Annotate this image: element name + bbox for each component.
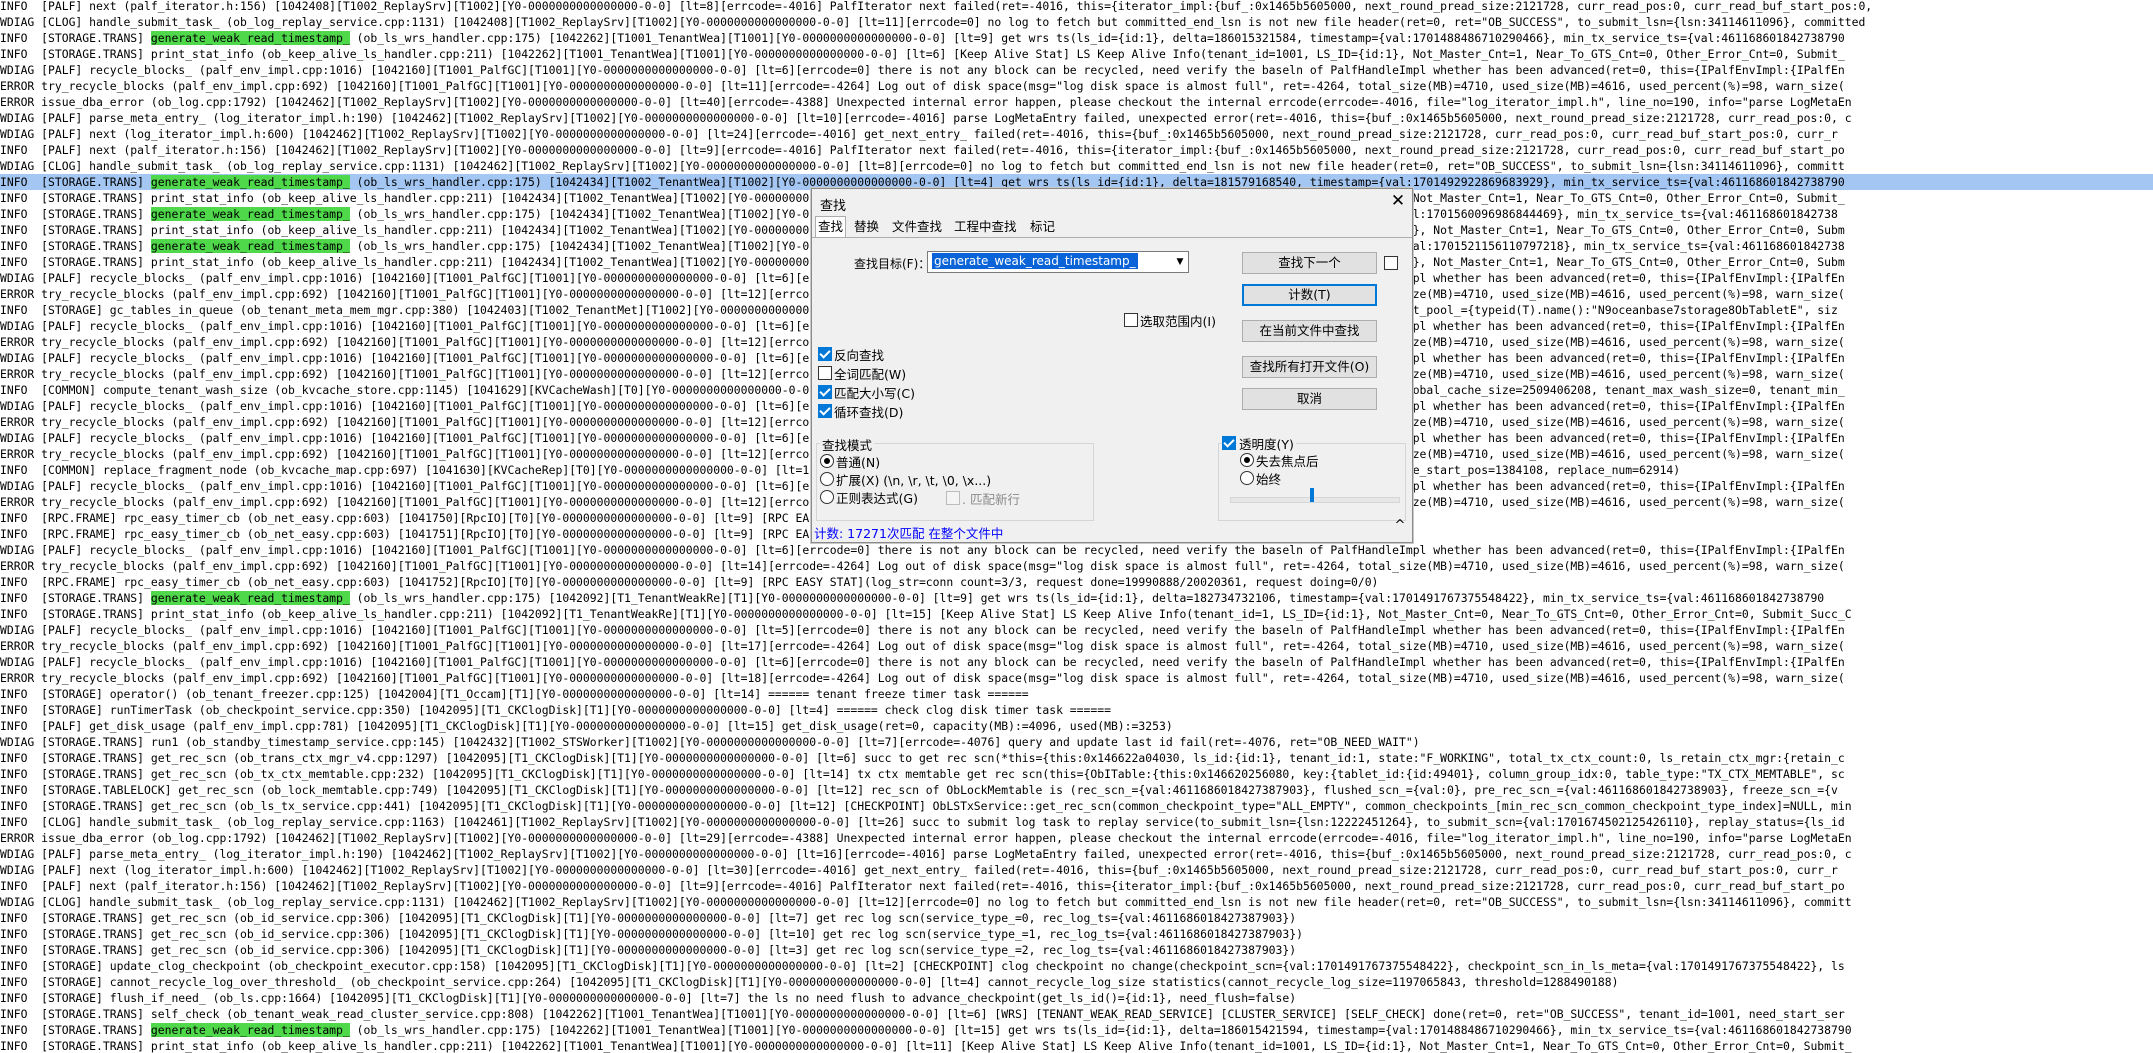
- find-next-button[interactable]: 查找下一个: [1242, 252, 1377, 274]
- search-match-highlight: generate_weak_read_timestamp_: [150, 207, 350, 221]
- transparency-on-lose-focus-radio[interactable]: [1240, 453, 1254, 467]
- log-line[interactable]: WDIAG [PALF] recycle_blocks_ (palf_env_i…: [0, 62, 2153, 78]
- tab-mark[interactable]: 标记: [1028, 217, 1057, 237]
- tab-find[interactable]: 查找: [815, 216, 847, 237]
- find-next-checkbox[interactable]: [1384, 256, 1398, 270]
- transparency-always-radio[interactable]: [1240, 471, 1254, 485]
- mode-extended-label: 扩展(X) (\n, \r, \t, \0, \x...): [836, 473, 992, 488]
- search-match-highlight: generate_weak_read_timestamp_: [150, 31, 350, 45]
- log-line[interactable]: WDIAG [CLOG] handle_submit_task_ (ob_log…: [0, 894, 2153, 910]
- dot-newline-label: . 匹配新行: [962, 492, 1020, 507]
- search-match-highlight: generate_weak_read_timestamp_: [150, 1023, 350, 1037]
- log-line[interactable]: INFO [PALF] next (palf_iterator.h:156) […: [0, 878, 2153, 894]
- log-line[interactable]: INFO [STORAGE] update_clog_checkpoint (o…: [0, 958, 2153, 974]
- collapse-arrow-icon[interactable]: ^: [1390, 515, 1410, 537]
- log-line[interactable]: ERROR try_recycle_blocks (palf_env_impl.…: [0, 78, 2153, 94]
- log-line[interactable]: ERROR issue_dba_error (ob_log.cpp:1792) …: [0, 830, 2153, 846]
- log-line[interactable]: WDIAG [PALF] recycle_blocks_ (palf_env_i…: [0, 654, 2153, 670]
- log-line[interactable]: ERROR try_recycle_blocks (palf_env_impl.…: [0, 670, 2153, 686]
- transparency-always-label: 始终: [1256, 472, 1282, 487]
- tab-divider: [812, 237, 1412, 238]
- log-line[interactable]: INFO [STORAGE] runTimerTask (ob_checkpoi…: [0, 702, 2153, 718]
- log-line[interactable]: INFO [CLOG] handle_submit_task_ (ob_log_…: [0, 814, 2153, 830]
- find-target-input[interactable]: generate_weak_read_timestamp_ ▼: [927, 251, 1189, 273]
- tab-replace[interactable]: 替换: [852, 217, 881, 237]
- log-line[interactable]: WDIAG [STORAGE.TRANS] run1 (ob_standby_t…: [0, 734, 2153, 750]
- count-button[interactable]: 计数(T): [1242, 284, 1377, 306]
- log-line[interactable]: INFO [PALF] next (palf_iterator.h:156) […: [0, 142, 2153, 158]
- dialog-tabs: 查找 替换 文件查找 工程中查找 标记: [812, 216, 1412, 237]
- log-line[interactable]: INFO [RPC.FRAME] rpc_easy_timer_cb (ob_n…: [0, 574, 2153, 590]
- transparency-checkbox[interactable]: [1222, 436, 1236, 450]
- backward-label: 反向查找: [834, 348, 885, 363]
- find-dialog: 查找 ✕ 查找 替换 文件查找 工程中查找 标记 查找目标(F)： genera…: [811, 188, 1413, 543]
- log-line[interactable]: INFO [STORAGE.TABLELOCK] get_rec_scn (ob…: [0, 782, 2153, 798]
- tab-find-in-files[interactable]: 文件查找: [890, 217, 944, 237]
- log-line[interactable]: INFO [STORAGE.TRANS] print_stat_info (ob…: [0, 46, 2153, 62]
- log-line[interactable]: INFO [PALF] get_disk_usage (palf_env_imp…: [0, 718, 2153, 734]
- find-all-open-files-button[interactable]: 查找所有打开文件(O): [1242, 356, 1377, 378]
- log-line[interactable]: INFO [STORAGE] flush_if_need_ (ob_ls.cpp…: [0, 990, 2153, 1006]
- log-line[interactable]: INFO [STORAGE.TRANS] get_rec_scn (ob_ls_…: [0, 798, 2153, 814]
- log-line[interactable]: INFO [STORAGE.TRANS] generate_weak_read_…: [0, 30, 2153, 46]
- chevron-down-icon[interactable]: ▼: [1172, 252, 1188, 272]
- in-selection-checkbox[interactable]: [1124, 313, 1138, 327]
- mode-extended-radio[interactable]: [820, 472, 834, 486]
- log-line[interactable]: INFO [STORAGE.TRANS] get_rec_scn (ob_id_…: [0, 926, 2153, 942]
- log-line[interactable]: WDIAG [PALF] next (log_iterator_impl.h:6…: [0, 126, 2153, 142]
- mode-regex-label: 正则表达式(G): [836, 491, 918, 506]
- dialog-title: 查找: [820, 199, 847, 214]
- match-case-label: 匹配大小写(C): [834, 386, 915, 401]
- log-line[interactable]: WDIAG [PALF] recycle_blocks_ (palf_env_i…: [0, 622, 2153, 638]
- wrap-around-checkbox[interactable]: [818, 404, 832, 418]
- backward-checkbox[interactable]: [818, 347, 832, 361]
- log-line[interactable]: INFO [PALF] next (palf_iterator.h:156) […: [0, 0, 2153, 14]
- wrap-around-label: 循环查找(D): [834, 405, 904, 420]
- log-line[interactable]: INFO [STORAGE.TRANS] get_rec_scn (ob_tra…: [0, 750, 2153, 766]
- log-line[interactable]: INFO [STORAGE.TRANS] generate_weak_read_…: [0, 590, 2153, 606]
- log-line[interactable]: INFO [STORAGE] cannot_recycle_log_over_t…: [0, 974, 2153, 990]
- whole-word-checkbox[interactable]: [818, 366, 832, 380]
- search-match-highlight: generate_weak_read_timestamp_: [150, 591, 350, 605]
- dot-newline-checkbox[interactable]: [946, 491, 960, 505]
- transparency-slider[interactable]: [1230, 497, 1400, 503]
- status-text: 计数: 17271次匹配 在整个文件中: [814, 526, 1004, 541]
- log-line[interactable]: WDIAG [PALF] parse_meta_entry_ (log_iter…: [0, 110, 2153, 126]
- whole-word-label: 全词匹配(W): [834, 367, 907, 382]
- find-target-label: 查找目标(F)：: [854, 257, 931, 271]
- log-line[interactable]: INFO [STORAGE.TRANS] get_rec_scn (ob_id_…: [0, 910, 2153, 926]
- in-selection-label: 选取范围内(I): [1140, 314, 1216, 329]
- search-match-highlight: generate_weak_read_timestamp_: [150, 239, 350, 253]
- log-line[interactable]: INFO [STORAGE.TRANS] generate_weak_read_…: [0, 1022, 2153, 1038]
- mode-normal-label: 普通(N): [836, 455, 881, 470]
- log-line[interactable]: WDIAG [PALF] recycle_blocks_ (palf_env_i…: [0, 542, 2153, 558]
- cancel-button[interactable]: 取消: [1242, 388, 1377, 410]
- log-line[interactable]: INFO [STORAGE.TRANS] print_stat_info (ob…: [0, 1038, 2153, 1053]
- log-line[interactable]: INFO [STORAGE.TRANS] print_stat_info (ob…: [0, 606, 2153, 622]
- find-target-value: generate_weak_read_timestamp_: [932, 253, 1138, 269]
- log-line[interactable]: ERROR try_recycle_blocks (palf_env_impl.…: [0, 638, 2153, 654]
- log-line[interactable]: INFO [STORAGE.TRANS] get_rec_scn (ob_tx_…: [0, 766, 2153, 782]
- mode-normal-radio[interactable]: [820, 454, 834, 468]
- transparency-slider-thumb[interactable]: [1309, 488, 1314, 502]
- log-line[interactable]: ERROR issue_dba_error (ob_log.cpp:1792) …: [0, 94, 2153, 110]
- log-line[interactable]: WDIAG [PALF] parse_meta_entry_ (log_iter…: [0, 846, 2153, 862]
- tab-find-in-project[interactable]: 工程中查找: [952, 217, 1019, 237]
- log-line[interactable]: WDIAG [CLOG] handle_submit_task_ (ob_log…: [0, 158, 2153, 174]
- log-line[interactable]: WDIAG [CLOG] handle_submit_task_ (ob_log…: [0, 14, 2153, 30]
- close-icon[interactable]: ✕: [1388, 191, 1408, 211]
- log-line[interactable]: INFO [STORAGE] operator() (ob_tenant_fre…: [0, 686, 2153, 702]
- log-line[interactable]: WDIAG [PALF] next (log_iterator_impl.h:6…: [0, 862, 2153, 878]
- search-match-highlight: generate_weak_read_timestamp_: [150, 175, 350, 189]
- transparency-on-lose-focus-label: 失去焦点后: [1256, 454, 1319, 469]
- log-line[interactable]: INFO [STORAGE.TRANS] get_rec_scn (ob_id_…: [0, 942, 2153, 958]
- log-line[interactable]: ERROR try_recycle_blocks (palf_env_impl.…: [0, 558, 2153, 574]
- log-line[interactable]: INFO [STORAGE.TRANS] self_check (ob_tena…: [0, 1006, 2153, 1022]
- match-case-checkbox[interactable]: [818, 385, 832, 399]
- mode-regex-radio[interactable]: [820, 490, 834, 504]
- find-in-current-file-button[interactable]: 在当前文件中查找: [1242, 320, 1377, 342]
